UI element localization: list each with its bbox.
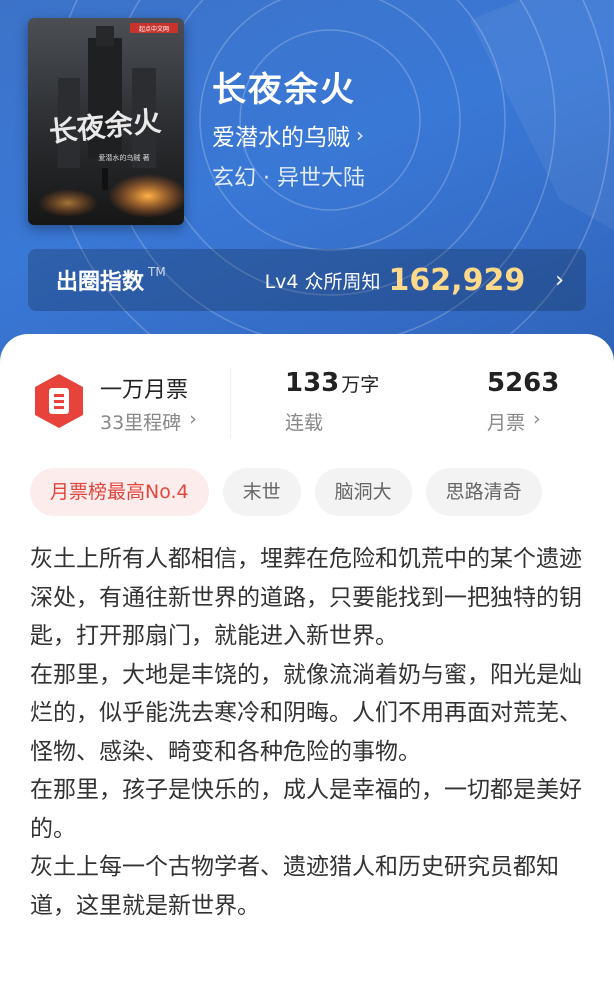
book-detail-sheet: 一万月票 33里程碑 › 133 万字 连载 5263 月票 › 月票榜最高No.… [0,334,614,1000]
book-cover[interactable]: 起点中文网 长夜余火 爱潜水的乌贼 著 [28,18,184,225]
milestone-title: 一万月票 [100,378,189,403]
tag-item[interactable]: 末世 [222,468,301,516]
book-title: 长夜余火 [212,70,356,110]
milestone-label: 33里程碑 [100,412,182,434]
synopsis: 灰土上所有人都相信，埋葬在危险和饥荒中的某个遗迹深处，有通往新世界的道路，只要能… [30,540,586,925]
serial-status: 连载 [285,412,324,434]
tag-item[interactable]: 思路清奇 [425,468,542,516]
tag-ranking[interactable]: 月票榜最高No.4 [30,468,209,516]
synopsis-paragraph: 在那里，大地是丰饶的，就像流淌着奶与蜜，阳光是灿烂的，似乎能洗去寒冷和阴晦。人们… [30,661,582,765]
author-name: 爱潜水的乌贼 [212,125,350,151]
tag-item[interactable]: 脑洞大 [314,468,412,516]
milestone-link[interactable]: 33里程碑 › [100,408,197,435]
circle-index-level: Lv4 众所周知 [264,270,381,293]
circle-index-bar[interactable]: 出圈指数 TM Lv4 众所周知 162,929 › [28,249,586,311]
chevron-right-icon: › [189,408,197,430]
chevron-right-icon: › [533,408,541,430]
synopsis-paragraph: 灰土上所有人都相信，埋葬在危险和饥荒中的某个遗迹深处，有通往新世界的道路，只要能… [30,546,582,649]
genre-label: 玄幻 · 异世大陆 [212,166,365,191]
word-count-value: 133 [285,368,340,398]
word-count-unit: 万字 [341,374,380,396]
chevron-right-icon: › [356,123,364,147]
cover-author: 爱潜水的乌贼 著 [98,153,149,162]
circle-index-label: 出圈指数 [56,270,145,295]
trademark-mark: TM [148,265,166,279]
monthly-ticket-label: 月票 [487,412,526,434]
circle-index-stats: Lv4 众所周知 162,929 › [265,263,564,298]
monthly-ticket-link[interactable]: 月票 › [487,408,541,435]
book-header: 起点中文网 长夜余火 爱潜水的乌贼 著 长夜余火 爱潜水的乌贼 › 玄幻 · 异… [0,0,614,380]
monthly-ticket-count: 5263 [487,368,560,398]
chevron-right-icon: › [555,267,564,293]
synopsis-paragraph: 在那里，孩子是快乐的，成人是幸福的，一切都是美好的。 [30,777,582,842]
word-count: 133 万字 [285,368,379,398]
monthly-ticket-badge-icon [35,374,83,428]
tag-list: 月票榜最高No.4 末世 脑洞大 思路清奇 [30,468,542,516]
circle-index-value: 162,929 [388,262,526,298]
author-link[interactable]: 爱潜水的乌贼 › [212,118,364,152]
cover-publisher: 起点中文网 [139,25,169,33]
synopsis-paragraph: 灰土上每一个古物学者、遗迹猎人和历史研究员都知道，这里就是新世界。 [30,854,559,919]
stats-divider [230,368,231,438]
